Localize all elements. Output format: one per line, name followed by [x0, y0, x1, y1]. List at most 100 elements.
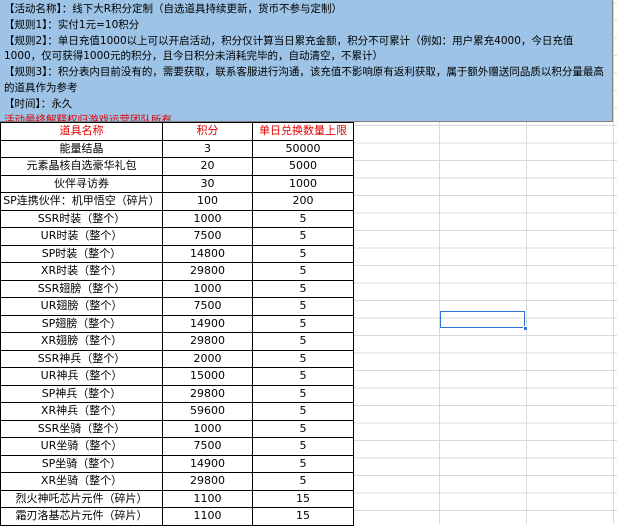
header-points[interactable]: 积分: [162, 122, 253, 141]
table-row: XR翅膀（整个） 29800 5: [0, 332, 354, 351]
cell-item-name[interactable]: 烈火神吒芯片元件（碎片）: [0, 489, 163, 508]
cell-item-name[interactable]: UR时装（整个）: [0, 227, 163, 246]
cell-daily-limit[interactable]: 5: [252, 419, 354, 438]
table-row: UR坐骑（整个） 7500 5: [0, 437, 354, 456]
cell-item-name[interactable]: SP坐骑（整个）: [0, 454, 163, 473]
cell-points[interactable]: 7500: [162, 227, 253, 246]
rule3-text: 【规则3】：积分表内目前没有的，需要获取，联系客服进行沟通，该充值不影响原有返利…: [4, 66, 604, 94]
cell-daily-limit[interactable]: 5: [252, 454, 354, 473]
cell-points[interactable]: 20: [162, 157, 253, 176]
cell-points[interactable]: 1100: [162, 507, 253, 526]
cell-daily-limit[interactable]: 5: [252, 227, 354, 246]
table-row: SSR神兵（整个） 2000 5: [0, 349, 354, 368]
cell-item-name[interactable]: XR翅膀（整个）: [0, 332, 163, 351]
cell-daily-limit[interactable]: 5: [252, 437, 354, 456]
table-row: XR时装（整个） 29800 5: [0, 262, 354, 281]
rule2-text: 【规则2】：单日充值1000以上可以开启活动，积分仅计算当日累充金额，积分不可累…: [4, 34, 574, 63]
cell-points[interactable]: 29800: [162, 472, 253, 491]
time-text: 【时间】：永久: [4, 97, 73, 110]
table-row: SSR坐骑（整个） 1000 5: [0, 419, 354, 438]
cell-points[interactable]: 3: [162, 139, 253, 158]
cell-daily-limit[interactable]: 5: [252, 472, 354, 491]
rule1-text: 【规则1】：实付1元=10积分: [4, 18, 140, 31]
table-row: SP时装（整个） 14800 5: [0, 244, 354, 263]
cell-item-name[interactable]: 伙伴寻访券: [0, 174, 163, 193]
cell-daily-limit[interactable]: 5: [252, 384, 354, 403]
cell-item-name[interactable]: SP时装（整个）: [0, 244, 163, 263]
cell-points[interactable]: 1000: [162, 209, 253, 228]
cell-item-name[interactable]: 元素晶核自选豪华礼包: [0, 157, 163, 176]
cell-item-name[interactable]: SSR时装（整个）: [0, 209, 163, 228]
cell-daily-limit[interactable]: 5: [252, 314, 354, 333]
cell-item-name[interactable]: SP翅膀（整个）: [0, 314, 163, 333]
cell-points[interactable]: 30: [162, 174, 253, 193]
table-row: UR翅膀（整个） 7500 5: [0, 297, 354, 316]
active-cell-selection[interactable]: [440, 311, 525, 328]
table-row: SSR翅膀（整个） 1000 5: [0, 279, 354, 298]
cell-item-name[interactable]: XR神兵（整个）: [0, 402, 163, 421]
cell-points[interactable]: 1000: [162, 279, 253, 298]
table-row: XR神兵（整个） 59600 5: [0, 402, 354, 421]
header-item-name[interactable]: 道具名称: [0, 122, 163, 141]
table-row: UR时装（整个） 7500 5: [0, 227, 354, 246]
cell-daily-limit[interactable]: 5: [252, 244, 354, 263]
cell-item-name[interactable]: XR时装（整个）: [0, 262, 163, 281]
cell-item-name[interactable]: SSR翅膀（整个）: [0, 279, 163, 298]
cell-item-name[interactable]: 霜刃洛基芯片元件（碎片）: [0, 507, 163, 526]
cell-points[interactable]: 1100: [162, 489, 253, 508]
cell-points[interactable]: 14900: [162, 454, 253, 473]
table-row: 元素晶核自选豪华礼包 20 5000: [0, 157, 354, 176]
cell-points[interactable]: 2000: [162, 349, 253, 368]
cell-item-name[interactable]: XR坐骑（整个）: [0, 472, 163, 491]
cell-item-name[interactable]: SSR神兵（整个）: [0, 349, 163, 368]
cell-daily-limit[interactable]: 1000: [252, 174, 354, 193]
cell-points[interactable]: 1000: [162, 419, 253, 438]
cell-item-name[interactable]: UR坐骑（整个）: [0, 437, 163, 456]
cell-daily-limit[interactable]: 15: [252, 489, 354, 508]
disclaimer-text: 活动最终解释权归游戏运营团队所有: [4, 113, 172, 122]
cell-daily-limit[interactable]: 5: [252, 349, 354, 368]
table-row: SP连携伙伴：机甲悟空（碎片） 100 200: [0, 192, 354, 211]
cell-points[interactable]: 29800: [162, 262, 253, 281]
table-row: 霜刃洛基芯片元件（碎片） 1100 15: [0, 507, 354, 526]
cell-item-name[interactable]: UR翅膀（整个）: [0, 297, 163, 316]
cell-daily-limit[interactable]: 5: [252, 279, 354, 298]
table-row: 烈火神吒芯片元件（碎片） 1100 15: [0, 489, 354, 508]
cell-points[interactable]: 100: [162, 192, 253, 211]
cell-daily-limit[interactable]: 5: [252, 332, 354, 351]
cell-daily-limit[interactable]: 5000: [252, 157, 354, 176]
table-row: SP翅膀（整个） 14900 5: [0, 314, 354, 333]
cell-points[interactable]: 7500: [162, 437, 253, 456]
table-header-row: 道具名称 积分 单日兑换数量上限: [0, 122, 354, 141]
cell-points[interactable]: 29800: [162, 384, 253, 403]
cell-daily-limit[interactable]: 50000: [252, 139, 354, 158]
table-row: 能量结晶 3 50000: [0, 139, 354, 158]
points-exchange-table: 道具名称 积分 单日兑换数量上限 能量结晶 3 50000 元素晶核自选豪华礼包 20 5…: [0, 122, 354, 526]
cell-points[interactable]: 14800: [162, 244, 253, 263]
cell-item-name[interactable]: UR神兵（整个）: [0, 367, 163, 386]
table-row: XR坐骑（整个） 29800 5: [0, 472, 354, 491]
activity-notice-cell[interactable]: 【活动名称】：线下大R积分定制（自选道具持续更新，货币不参与定制） 【规则1】：…: [0, 0, 613, 122]
cell-daily-limit[interactable]: 15: [252, 507, 354, 526]
cell-points[interactable]: 15000: [162, 367, 253, 386]
table-row: SSR时装（整个） 1000 5: [0, 209, 354, 228]
fill-handle[interactable]: [523, 326, 528, 331]
cell-points[interactable]: 14900: [162, 314, 253, 333]
table-row: UR神兵（整个） 15000 5: [0, 367, 354, 386]
cell-item-name[interactable]: SSR坐骑（整个）: [0, 419, 163, 438]
header-daily-limit[interactable]: 单日兑换数量上限: [252, 122, 354, 141]
cell-daily-limit[interactable]: 5: [252, 209, 354, 228]
cell-points[interactable]: 59600: [162, 402, 253, 421]
cell-item-name[interactable]: 能量结晶: [0, 139, 163, 158]
activity-name-text: 【活动名称】：线下大R积分定制（自选道具持续更新，货币不参与定制）: [4, 3, 343, 15]
cell-daily-limit[interactable]: 5: [252, 367, 354, 386]
cell-item-name[interactable]: SP神兵（整个）: [0, 384, 163, 403]
cell-item-name[interactable]: SP连携伙伴：机甲悟空（碎片）: [0, 192, 163, 211]
cell-points[interactable]: 29800: [162, 332, 253, 351]
cell-daily-limit[interactable]: 200: [252, 192, 354, 211]
cell-points[interactable]: 7500: [162, 297, 253, 316]
cell-daily-limit[interactable]: 5: [252, 402, 354, 421]
cell-daily-limit[interactable]: 5: [252, 297, 354, 316]
table-row: SP坐骑（整个） 14900 5: [0, 454, 354, 473]
cell-daily-limit[interactable]: 5: [252, 262, 354, 281]
